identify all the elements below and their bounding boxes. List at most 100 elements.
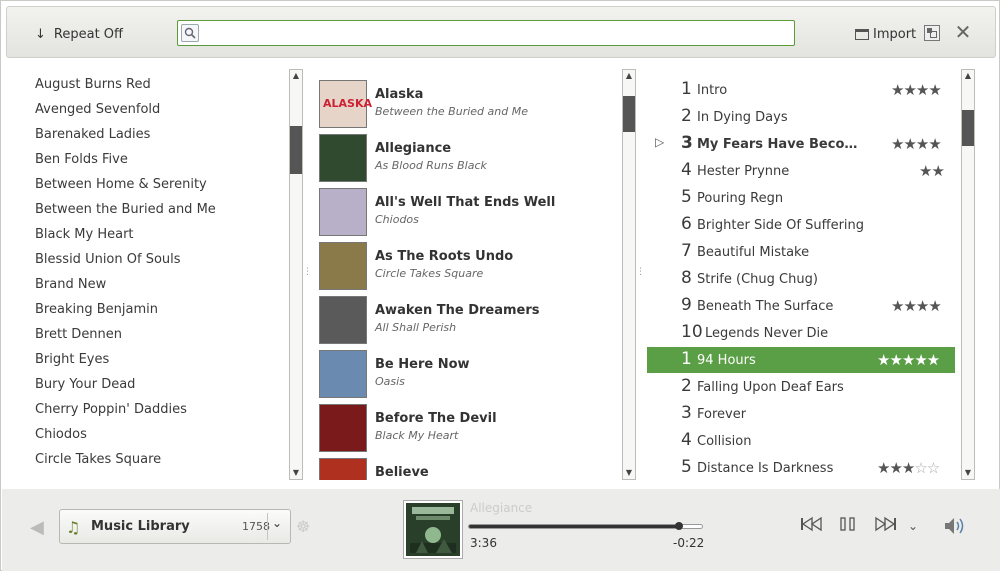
scroll-up-icon[interactable]: ▲ — [962, 70, 974, 82]
remaining-time: -0:22 — [673, 536, 705, 550]
album-item[interactable]: Before The Devil Black My Heart — [319, 404, 619, 454]
divider — [267, 513, 268, 540]
artist-item[interactable]: Brand New — [35, 277, 106, 297]
search-box[interactable] — [177, 20, 795, 46]
library-source-selector[interactable]: ♫ Music Library 1758 ⌄ — [59, 509, 291, 544]
close-icon[interactable]: ✕ — [953, 20, 973, 44]
artist-item[interactable]: Brett Dennen — [35, 327, 122, 347]
artist-item[interactable]: Between the Buried and Me — [35, 202, 216, 222]
scroll-down-icon[interactable]: ▼ — [623, 467, 635, 479]
back-arrow-icon[interactable]: ◀ — [30, 518, 50, 538]
track-row[interactable]: 2 Falling Upon Deaf Ears — [647, 374, 955, 400]
artist-item[interactable]: Avenged Sevenfold — [35, 102, 160, 122]
scroll-up-icon[interactable]: ▲ — [623, 70, 635, 82]
album-item[interactable]: ALASKA Alaska Between the Buried and Me — [319, 80, 619, 130]
seek-handle[interactable] — [674, 522, 683, 530]
track-scrollbar[interactable]: ▲ ▼ — [961, 69, 975, 480]
album-list[interactable]: ALASKA Alaska Between the Buried and Me All… — [307, 69, 621, 480]
track-row[interactable]: 8 Strife (Chug Chug) — [647, 266, 955, 292]
mini-mode-icon[interactable] — [924, 25, 940, 41]
track-number: 4 — [681, 160, 692, 180]
track-row[interactable]: 4 Collision — [647, 428, 955, 454]
track-row[interactable]: 10 Legends Never Die — [647, 320, 955, 346]
import-label: Import — [873, 26, 917, 42]
now-playing-icon: ▷ — [655, 135, 665, 149]
album-cover: ALASKA — [319, 80, 372, 128]
artist-item[interactable]: Circle Takes Square — [35, 452, 161, 472]
scroll-up-icon[interactable]: ▲ — [290, 70, 302, 82]
search-input[interactable] — [202, 23, 787, 43]
scroll-down-icon[interactable]: ▼ — [962, 467, 974, 479]
rating-stars[interactable]: ★★★★ — [891, 81, 942, 99]
seek-bar[interactable] — [468, 522, 703, 530]
next-track-icon[interactable] — [873, 516, 897, 537]
rating-stars[interactable]: ★★★☆☆ — [877, 459, 940, 477]
album-item[interactable]: As The Roots Undo Circle Takes Square — [319, 242, 619, 292]
scrollbar-thumb[interactable] — [623, 96, 635, 132]
track-row[interactable]: 1 94 Hours ★★★★★ — [647, 347, 955, 373]
track-list[interactable]: 1 Intro ★★★★ 2 In Dying Days ▷ 3 My Fears Have … — [647, 69, 957, 480]
track-row[interactable]: 9 Beneath The Surface ★★★★ — [647, 293, 955, 319]
album-cover — [319, 404, 367, 452]
track-title: Legends Never Die — [705, 326, 829, 341]
artist-item[interactable]: Blessid Union Of Souls — [35, 252, 181, 272]
import-button[interactable]: Import — [855, 24, 916, 44]
track-title: Forever — [697, 407, 747, 422]
album-item[interactable]: All's Well That Ends Well Chiodos — [319, 188, 619, 238]
artist-scrollbar[interactable]: ▲ ▼ — [289, 69, 303, 480]
track-row[interactable]: 7 Beautiful Mistake — [647, 239, 955, 265]
album-item[interactable]: Believe — [319, 458, 619, 480]
artist-item[interactable]: Cherry Poppin' Daddies — [35, 402, 187, 422]
music-note-icon: ♫ — [66, 518, 81, 537]
track-row[interactable]: 4 Hester Prynne ★★ — [647, 158, 955, 184]
artist-item[interactable]: Breaking Benjamin — [35, 302, 158, 322]
chevron-down-icon[interactable]: ⌄ — [908, 516, 918, 536]
chevron-down-icon[interactable]: ⌄ — [272, 516, 282, 530]
track-row[interactable]: ▷ 3 My Fears Have Become Phobias ★★★★ — [647, 131, 955, 157]
elapsed-time: 3:36 — [470, 536, 497, 550]
seek-progress — [469, 525, 679, 528]
track-title: 94 Hours — [697, 353, 756, 368]
rating-stars[interactable]: ★★★★ — [891, 297, 942, 315]
volume-icon[interactable] — [943, 515, 967, 537]
album-cover-text: ALASKA — [323, 97, 372, 110]
artist-item[interactable]: Bury Your Dead — [35, 377, 135, 397]
album-cover — [319, 188, 367, 236]
track-row[interactable]: 3 Forever — [647, 401, 955, 427]
album-item[interactable]: Awaken The Dreamers All Shall Perish — [319, 296, 619, 346]
track-row[interactable]: 2 In Dying Days — [647, 104, 955, 130]
artist-item[interactable]: Bright Eyes — [35, 352, 109, 372]
artist-item[interactable]: Barenaked Ladies — [35, 127, 150, 147]
rating-stars[interactable]: ★★ — [919, 162, 945, 180]
rating-stars[interactable]: ★★★★ — [891, 135, 942, 153]
album-item[interactable]: Allegiance As Blood Runs Black — [319, 134, 619, 184]
album-item[interactable]: Be Here Now Oasis — [319, 350, 619, 400]
artist-list[interactable]: August Burns Red Avenged Sevenfold Barenak… — [7, 69, 289, 480]
search-icon[interactable] — [181, 24, 199, 42]
import-icon — [855, 28, 869, 40]
album-name: Believe — [375, 465, 429, 480]
now-playing-cover[interactable] — [404, 501, 462, 558]
repeat-button[interactable]: ↓ Repeat Off — [35, 24, 123, 44]
source-label: Music Library — [91, 519, 190, 534]
rating-stars[interactable]: ★★★★★ — [877, 351, 940, 369]
artist-item[interactable]: Black My Heart — [35, 227, 134, 247]
pause-icon[interactable] — [839, 516, 857, 537]
scrollbar-thumb[interactable] — [290, 126, 302, 174]
track-row[interactable]: 1 Intro ★★★★ — [647, 77, 955, 103]
artist-item[interactable]: Chiodos — [35, 427, 87, 447]
artist-item[interactable]: Ben Folds Five — [35, 152, 128, 172]
scrollbar-thumb[interactable] — [962, 110, 974, 146]
previous-track-icon[interactable] — [800, 516, 824, 537]
artist-item[interactable]: Between Home & Serenity — [35, 177, 207, 197]
track-row[interactable]: 5 Distance Is Darkness ★★★☆☆ — [647, 455, 955, 480]
track-row[interactable]: 6 Brighter Side Of Suffering — [647, 212, 955, 238]
album-name: Awaken The Dreamers — [375, 303, 540, 318]
scroll-down-icon[interactable]: ▼ — [290, 467, 302, 479]
artist-item[interactable]: August Burns Red — [35, 77, 151, 97]
track-row[interactable]: 5 Pouring Regn — [647, 185, 955, 211]
album-scrollbar[interactable]: ▲ ▼ — [622, 69, 636, 480]
pane-splitter[interactable]: ⋮ — [636, 266, 645, 278]
album-artist: Chiodos — [375, 213, 419, 226]
track-number: 2 — [681, 376, 692, 396]
